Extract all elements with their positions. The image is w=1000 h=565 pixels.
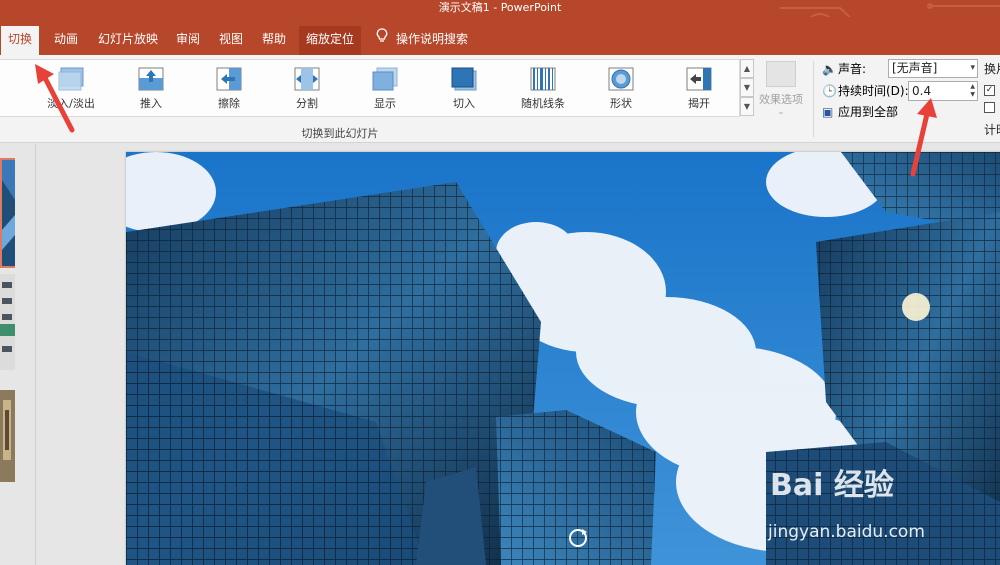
tab-transitions[interactable]: 切换 bbox=[1, 26, 40, 55]
gallery-item-label: 擦除 bbox=[218, 97, 240, 110]
gallery-scroll-up[interactable]: ▲ bbox=[740, 59, 754, 78]
slide-thumbnail-1[interactable] bbox=[0, 158, 15, 268]
duration-row: 🕒持续时间(D): bbox=[822, 81, 909, 101]
gallery-item-label: 推入 bbox=[140, 97, 162, 110]
after-checkbox[interactable] bbox=[984, 102, 995, 113]
wipe-icon bbox=[216, 67, 242, 91]
gallery-expand[interactable]: ▼ bbox=[740, 97, 754, 116]
speaker-icon: 🔈 bbox=[822, 62, 837, 76]
on-click-checkbox[interactable]: ✓ bbox=[984, 85, 995, 96]
timing-group-label: 计时 bbox=[984, 123, 1000, 137]
gallery-item-reveal[interactable]: 显示 bbox=[350, 62, 420, 116]
watermark-url: jingyan.baidu.com bbox=[768, 522, 925, 542]
gallery-item-cut[interactable]: 切入 bbox=[429, 62, 499, 116]
gallery-item-label: 显示 bbox=[374, 97, 396, 110]
cut-icon bbox=[451, 67, 477, 91]
group-label-transitions: 切换到此幻灯片 bbox=[301, 127, 379, 140]
gallery-item-split[interactable]: 分割 bbox=[272, 62, 342, 116]
gallery-item-uncover[interactable]: 揭开 bbox=[664, 62, 734, 116]
sound-label: 声音: bbox=[838, 62, 867, 76]
apply-all-icon: ▣ bbox=[822, 105, 834, 119]
tell-me-search[interactable]: 操作说明搜索 bbox=[369, 26, 475, 55]
gallery-item-label: 分割 bbox=[296, 97, 318, 110]
spin-down-icon[interactable]: ▼ bbox=[970, 91, 975, 99]
tell-me-label: 操作说明搜索 bbox=[396, 32, 469, 46]
effect-options-button[interactable]: 效果选项 ⌄ bbox=[756, 59, 806, 117]
slide-thumbnail-2[interactable] bbox=[0, 274, 15, 370]
apply-all-button[interactable]: ▣ 应用到全部 bbox=[822, 102, 898, 122]
tab-animations[interactable]: 动画 bbox=[47, 26, 85, 55]
reveal-icon bbox=[372, 67, 398, 91]
sound-dropdown[interactable]: [无声音] ▾ bbox=[888, 59, 978, 78]
gallery-scrollbar[interactable]: ▲ ▼ ▼ bbox=[740, 59, 754, 117]
thumbnail-image bbox=[2, 160, 15, 266]
gallery-item-random-bars[interactable]: 随机线条 bbox=[508, 62, 578, 116]
spin-up-icon[interactable]: ▲ bbox=[970, 83, 975, 91]
chevron-down-icon: ▾ bbox=[970, 63, 975, 73]
gallery-item-shape[interactable]: 形状 bbox=[586, 62, 656, 116]
gallery-scroll-down[interactable]: ▼ bbox=[740, 78, 754, 97]
lightbulb-icon bbox=[376, 26, 388, 52]
advance-slide-group: 换片 ✓ 计时 bbox=[984, 60, 1000, 138]
effect-options-label: 效果选项 bbox=[759, 93, 803, 106]
sound-row: 🔈声音: bbox=[822, 59, 866, 79]
random-bars-icon bbox=[530, 67, 556, 91]
tab-help[interactable]: 帮助 bbox=[255, 26, 293, 55]
tab-zoom[interactable]: 缩放定位 bbox=[299, 26, 362, 55]
gallery-item-slide[interactable]: 滑 bbox=[0, 62, 22, 116]
apply-all-label: 应用到全部 bbox=[838, 105, 899, 119]
gallery-item-label: 随机线条 bbox=[521, 97, 565, 110]
tab-slideshow[interactable]: 幻灯片放映 bbox=[91, 26, 165, 55]
advance-header: 换片 bbox=[984, 62, 1000, 76]
watermark-brand: Bai 经验 bbox=[770, 468, 894, 503]
transition-gallery: 滑 淡入/淡出 推入 擦除 分割 显示 切入 随机线条 bbox=[0, 59, 740, 117]
annotation-arrow-tab bbox=[35, 64, 75, 133]
shape-icon bbox=[608, 67, 634, 91]
gallery-item-label: 形状 bbox=[610, 97, 632, 110]
annotation-arrow-duration bbox=[910, 98, 937, 177]
gallery-item-label: 揭开 bbox=[688, 97, 710, 110]
effect-options-icon bbox=[766, 61, 796, 87]
gallery-item-push[interactable]: 推入 bbox=[116, 62, 186, 116]
thumbnail-image bbox=[0, 390, 15, 482]
gallery-item-label: 切入 bbox=[453, 97, 475, 110]
tab-review[interactable]: 审阅 bbox=[169, 26, 207, 55]
blank-arrow-icon bbox=[0, 66, 1, 92]
tab-view[interactable]: 视图 bbox=[212, 26, 250, 55]
gallery-item-wipe[interactable]: 擦除 bbox=[194, 62, 264, 116]
sound-value: [无声音] bbox=[892, 61, 938, 75]
slide-thumbnail-3[interactable] bbox=[0, 390, 15, 482]
slide-thumbnails-pane bbox=[0, 144, 36, 565]
clock-icon: 🕒 bbox=[822, 84, 837, 98]
push-icon bbox=[138, 67, 164, 91]
group-separator bbox=[813, 61, 814, 137]
split-icon bbox=[294, 67, 320, 91]
uncover-icon bbox=[686, 67, 712, 91]
duration-label: 持续时间(D): bbox=[838, 84, 909, 98]
ribbon-tab-bar: 切换 动画 幻灯片放映 审阅 视图 帮助 缩放定位 操作说明搜索 bbox=[0, 17, 1000, 55]
thumbnail-image bbox=[0, 274, 15, 370]
chevron-down-icon: ⌄ bbox=[777, 107, 785, 116]
